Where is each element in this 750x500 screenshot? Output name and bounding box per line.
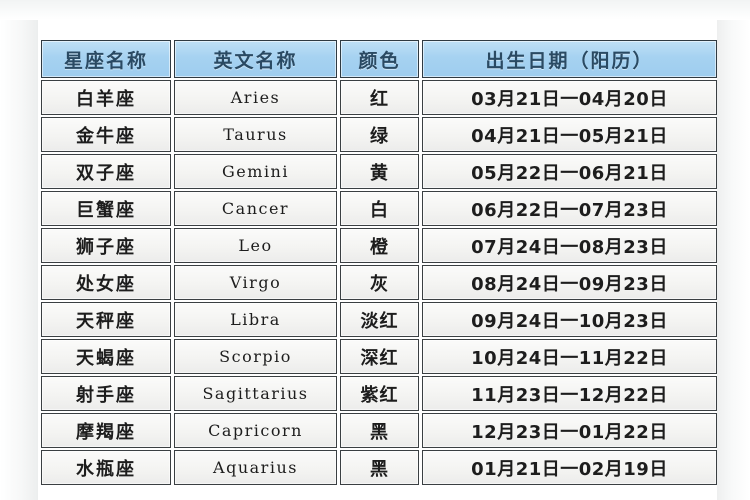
- cell-name: 摩羯座: [41, 413, 171, 448]
- cropped-heading-sliver: · · · · · · · · · ·: [0, 0, 750, 20]
- column-header-date: 出生日期（阳历）: [422, 40, 717, 78]
- table-row: 金牛座 Taurus 绿 04月21日一05月21日: [41, 117, 717, 152]
- table-row: 天蝎座 Scorpio 深红 10月24日一11月22日: [41, 339, 717, 374]
- cell-en: Aries: [174, 80, 337, 115]
- cell-en: Scorpio: [174, 339, 337, 374]
- document-page: · · · · · · · · · · 星座名称 英文名称 颜色 出生日期（阳历…: [0, 0, 750, 500]
- cell-color: 紫红: [340, 376, 419, 411]
- table-header: 星座名称 英文名称 颜色 出生日期（阳历）: [41, 40, 717, 78]
- cell-en: Gemini: [174, 154, 337, 189]
- table-body: 白羊座 Aries 红 03月21日一04月20日 金牛座 Taurus 绿 04月21日一0…: [41, 80, 717, 485]
- table-row: 白羊座 Aries 红 03月21日一04月20日: [41, 80, 717, 115]
- cell-en: Aquarius: [174, 450, 337, 485]
- page-right-margin: [717, 0, 750, 500]
- column-header-name: 星座名称: [41, 40, 171, 78]
- cell-date: 08月24日一09月23日: [422, 265, 717, 300]
- table-row: 天秤座 Libra 淡红 09月24日一10月23日: [41, 302, 717, 337]
- cell-date: 09月24日一10月23日: [422, 302, 717, 337]
- cell-en: Sagittarius: [174, 376, 337, 411]
- cell-en: Virgo: [174, 265, 337, 300]
- cell-name: 白羊座: [41, 80, 171, 115]
- cell-color: 红: [340, 80, 419, 115]
- cell-en: Taurus: [174, 117, 337, 152]
- cell-color: 深红: [340, 339, 419, 374]
- cropped-heading-text: · · · · · · · · · ·: [282, 0, 472, 5]
- table-row: 双子座 Gemini 黄 05月22日一06月21日: [41, 154, 717, 189]
- cell-name: 天秤座: [41, 302, 171, 337]
- cell-name: 射手座: [41, 376, 171, 411]
- table-row: 摩羯座 Capricorn 黑 12月23日一01月22日: [41, 413, 717, 448]
- table-row: 水瓶座 Aquarius 黑 01月21日一02月19日: [41, 450, 717, 485]
- table-row: 处女座 Virgo 灰 08月24日一09月23日: [41, 265, 717, 300]
- cell-name: 巨蟹座: [41, 191, 171, 226]
- column-header-color: 颜色: [340, 40, 419, 78]
- cell-name: 天蝎座: [41, 339, 171, 374]
- cell-color: 淡红: [340, 302, 419, 337]
- cell-date: 05月22日一06月21日: [422, 154, 717, 189]
- cell-date: 03月21日一04月20日: [422, 80, 717, 115]
- cell-en: Libra: [174, 302, 337, 337]
- cell-color: 黑: [340, 450, 419, 485]
- page-left-margin: [0, 0, 38, 500]
- table-row: 射手座 Sagittarius 紫红 11月23日一12月22日: [41, 376, 717, 411]
- cell-date: 07月24日一08月23日: [422, 228, 717, 263]
- cell-color: 绿: [340, 117, 419, 152]
- cell-color: 黑: [340, 413, 419, 448]
- zodiac-table: 星座名称 英文名称 颜色 出生日期（阳历） 白羊座 Aries 红 03月21日一04…: [38, 38, 720, 487]
- cell-date: 06月22日一07月23日: [422, 191, 717, 226]
- column-header-en: 英文名称: [174, 40, 337, 78]
- cell-name: 双子座: [41, 154, 171, 189]
- cell-en: Capricorn: [174, 413, 337, 448]
- cell-color: 白: [340, 191, 419, 226]
- table-row: 狮子座 Leo 橙 07月24日一08月23日: [41, 228, 717, 263]
- cell-name: 金牛座: [41, 117, 171, 152]
- cell-date: 12月23日一01月22日: [422, 413, 717, 448]
- cell-date: 11月23日一12月22日: [422, 376, 717, 411]
- cell-en: Leo: [174, 228, 337, 263]
- table-row: 巨蟹座 Cancer 白 06月22日一07月23日: [41, 191, 717, 226]
- cell-name: 水瓶座: [41, 450, 171, 485]
- cell-color: 黄: [340, 154, 419, 189]
- cell-name: 狮子座: [41, 228, 171, 263]
- table-header-row: 星座名称 英文名称 颜色 出生日期（阳历）: [41, 40, 717, 78]
- cell-color: 灰: [340, 265, 419, 300]
- cell-color: 橙: [340, 228, 419, 263]
- cell-date: 01月21日一02月19日: [422, 450, 717, 485]
- cell-name: 处女座: [41, 265, 171, 300]
- cell-en: Cancer: [174, 191, 337, 226]
- cell-date: 04月21日一05月21日: [422, 117, 717, 152]
- cell-date: 10月24日一11月22日: [422, 339, 717, 374]
